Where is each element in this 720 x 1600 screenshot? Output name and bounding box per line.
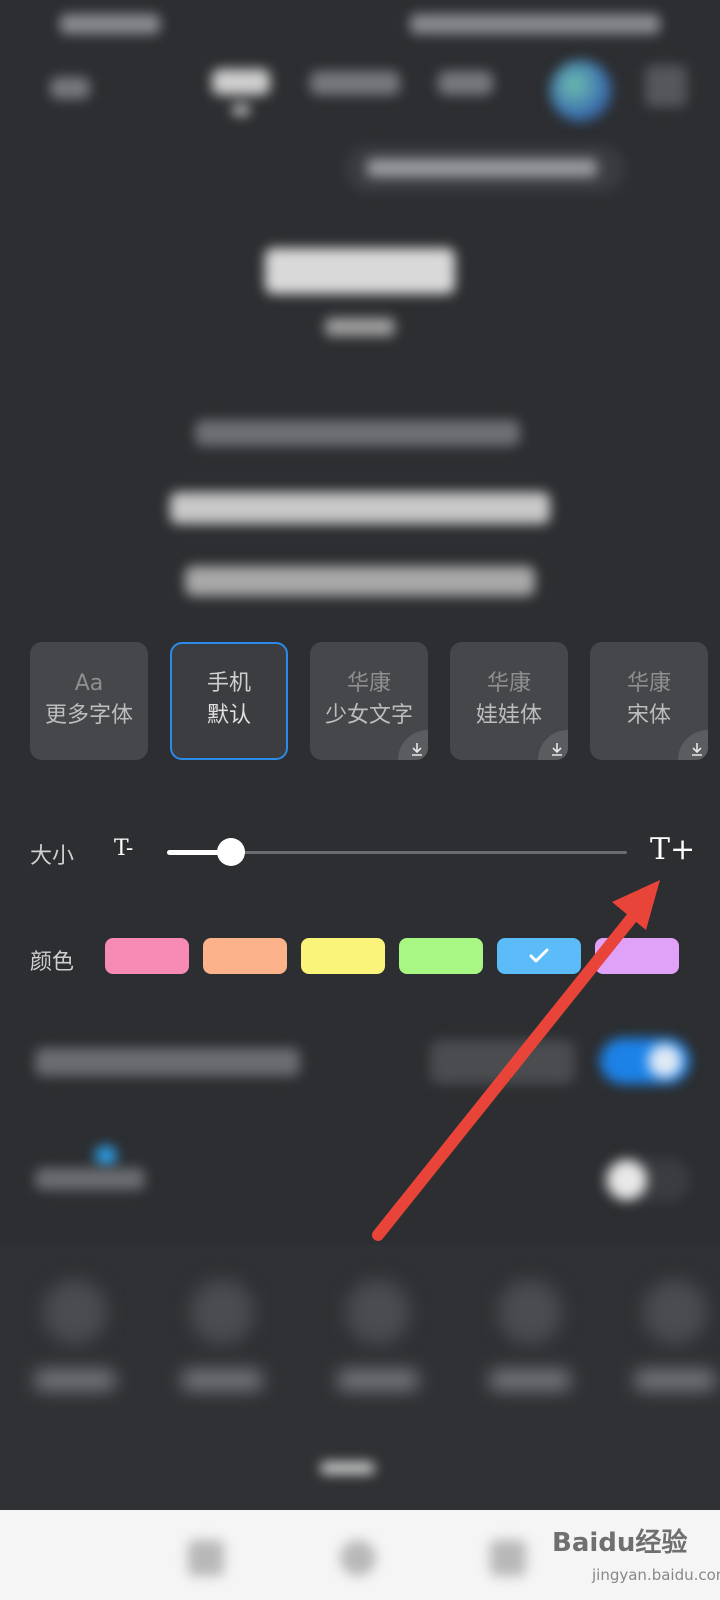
share-icon: [645, 65, 687, 107]
song-artist: [325, 318, 395, 336]
action-item: [625, 1280, 720, 1400]
font-card-line1: 华康: [626, 671, 671, 696]
check-icon: [529, 948, 549, 963]
option-toggle-knob: [607, 1160, 647, 1200]
tab-2: [310, 71, 400, 95]
font-size-decrease-button[interactable]: T-: [114, 836, 133, 861]
tab-active: [212, 69, 270, 95]
back-icon: [50, 77, 90, 99]
color-swatch[interactable]: [203, 938, 287, 974]
font-card-line2: 更多字体: [44, 703, 133, 728]
lyric-zoom-option-label: [35, 1048, 300, 1076]
top-tab-bar: [0, 55, 720, 125]
font-size-slider-thumb[interactable]: [217, 838, 246, 866]
watermark-logo: Baidu经验: [552, 1528, 688, 1558]
nav-back-icon: [188, 1540, 224, 1576]
lyric-line-current: [170, 492, 550, 524]
nav-recents-icon: [490, 1540, 526, 1576]
font-card-song[interactable]: 华康 宋体: [590, 642, 708, 760]
font-card-line2: 少女文字: [324, 703, 413, 728]
font-card-default[interactable]: 手机 默认: [170, 642, 288, 760]
font-card-line1: 华康: [486, 671, 531, 696]
action-item: [480, 1280, 580, 1400]
color-label: 颜色: [30, 950, 75, 975]
panel-handle: [320, 1462, 375, 1474]
option-dot: [95, 1145, 117, 1167]
font-card-line2: 娃娃体: [475, 703, 542, 728]
action-item: [25, 1280, 125, 1400]
font-size-increase-button[interactable]: T+: [650, 832, 695, 867]
font-card-line2: 默认: [206, 703, 251, 728]
download-icon: [398, 730, 428, 760]
font-card-line1: Aa: [74, 671, 104, 696]
color-swatch[interactable]: [301, 938, 385, 974]
font-card-more[interactable]: Aa 更多字体: [30, 642, 148, 760]
watermark-url: jingyan.baidu.com: [592, 1566, 720, 1584]
option-label: [35, 1168, 145, 1190]
baidu-jingyan-watermark: Baidu经验 jingyan.baidu.com: [552, 1516, 720, 1596]
font-card-shaonv[interactable]: 华康 少女文字: [310, 642, 428, 760]
font-card-line2: 宋体: [626, 703, 671, 728]
song-info-pill: [345, 145, 625, 193]
lyric-line: [195, 420, 520, 446]
nav-home-icon: [340, 1540, 376, 1576]
status-bar: [0, 0, 720, 50]
color-swatch[interactable]: [497, 938, 581, 974]
size-label: 大小: [30, 844, 75, 869]
album-avatar: [550, 60, 612, 122]
action-item: [172, 1280, 272, 1400]
font-card-line1: 华康: [346, 671, 391, 696]
color-swatch[interactable]: [399, 938, 483, 974]
download-icon: [678, 730, 708, 760]
lyric-line: [185, 566, 535, 596]
song-title: [265, 248, 455, 294]
download-icon: [538, 730, 568, 760]
action-item: [328, 1280, 428, 1400]
font-card-line1: 手机: [206, 671, 251, 696]
lyric-zoom-segment: [430, 1040, 575, 1084]
color-swatch[interactable]: [105, 938, 189, 974]
color-swatch[interactable]: [595, 938, 679, 974]
tab-3: [438, 71, 493, 95]
font-card-wawa[interactable]: 华康 娃娃体: [450, 642, 568, 760]
tab-indicator: [232, 105, 250, 115]
lyric-zoom-toggle: [600, 1038, 690, 1084]
